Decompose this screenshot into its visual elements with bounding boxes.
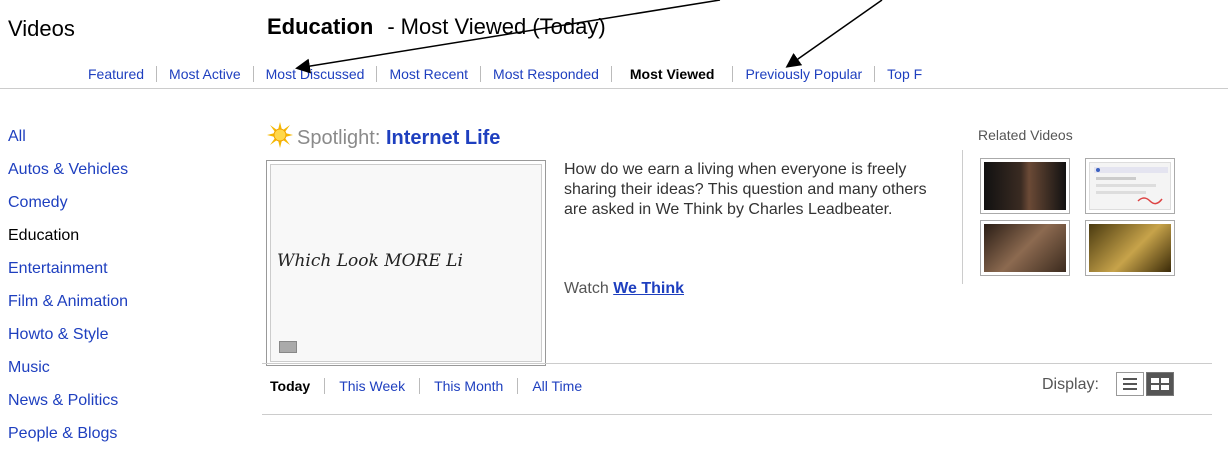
spotlight-name[interactable]: Internet Life bbox=[386, 127, 500, 149]
spotlight-video-thumbnail[interactable]: Which Look MORE Li bbox=[266, 160, 546, 366]
annotation-arrow bbox=[785, 0, 883, 68]
tab-previously-popular[interactable]: Previously Popular bbox=[733, 66, 876, 82]
tab-featured[interactable]: Featured bbox=[76, 66, 158, 82]
spotlight-prefix: Spotlight: bbox=[297, 127, 381, 149]
category-item-howto-style[interactable]: Howto & Style bbox=[8, 318, 128, 351]
tab-most-recent[interactable]: Most Recent bbox=[377, 66, 482, 82]
spotlight-watch: Watch We Think bbox=[564, 280, 684, 298]
sun-icon bbox=[267, 122, 293, 148]
tab-most-discussed[interactable]: Most Discussed bbox=[253, 66, 378, 82]
grid-view-button[interactable] bbox=[1146, 372, 1174, 396]
related-thumbnail-image bbox=[984, 224, 1066, 272]
category-item-film-animation[interactable]: Film & Animation bbox=[8, 285, 128, 318]
time-filter-bar: Today This Week This Month All Time Display… bbox=[262, 363, 1212, 415]
category-item-comedy[interactable]: Comedy bbox=[8, 186, 128, 219]
page-title-category: Education bbox=[267, 14, 374, 39]
related-video-thumbnail[interactable] bbox=[980, 158, 1070, 214]
list-view-button[interactable] bbox=[1116, 372, 1144, 396]
related-videos-label: Related Videos bbox=[978, 127, 1073, 143]
category-item-all[interactable]: All bbox=[8, 120, 128, 153]
tab-most-responded[interactable]: Most Responded bbox=[481, 66, 612, 82]
tab-list: Featured Most Active Most Discussed Most Re… bbox=[76, 66, 934, 82]
category-item-entertainment[interactable]: Entertainment bbox=[8, 252, 128, 285]
list-view-icon bbox=[1123, 378, 1137, 390]
display-label: Display: bbox=[1042, 376, 1099, 393]
page-title-view: Most Viewed (Today) bbox=[400, 14, 606, 39]
related-thumbnail-image bbox=[1089, 224, 1171, 272]
tab-bar: Featured Most Active Most Discussed Most Re… bbox=[0, 62, 1228, 89]
play-icon bbox=[279, 341, 297, 353]
related-video-thumbnail[interactable] bbox=[980, 220, 1070, 276]
grid-view-icon bbox=[1151, 378, 1169, 390]
time-tab-all-time[interactable]: All Time bbox=[518, 378, 596, 394]
time-tab-this-week[interactable]: This Week bbox=[325, 378, 421, 394]
spotlight-title: Spotlight: Internet Life bbox=[267, 122, 500, 150]
category-item-education[interactable]: Education bbox=[8, 219, 128, 252]
watch-link[interactable]: We Think bbox=[613, 280, 684, 297]
category-item-people-blogs[interactable]: People & Blogs bbox=[8, 417, 128, 450]
page-title-separator: - bbox=[387, 14, 395, 39]
related-thumbnail-image bbox=[1089, 162, 1171, 210]
time-tab-this-month[interactable]: This Month bbox=[420, 378, 519, 394]
related-video-thumbnail[interactable] bbox=[1085, 158, 1175, 214]
time-tab-today[interactable]: Today bbox=[270, 378, 326, 394]
category-item-music[interactable]: Music bbox=[8, 351, 128, 384]
thumbnail-frame: Which Look MORE Li bbox=[270, 164, 542, 362]
related-video-thumbnail[interactable] bbox=[1085, 220, 1175, 276]
category-list: All Autos & Vehicles Comedy Education En… bbox=[8, 120, 128, 450]
category-item-autos-vehicles[interactable]: Autos & Vehicles bbox=[8, 153, 128, 186]
tab-top-favorites[interactable]: Top F bbox=[875, 66, 934, 82]
page-title: Education - Most Viewed (Today) bbox=[267, 14, 606, 40]
thumbnail-handwriting: Which Look MORE Li bbox=[277, 251, 463, 271]
time-tab-list: Today This Week This Month All Time bbox=[270, 378, 596, 394]
watch-prefix: Watch bbox=[564, 280, 609, 297]
tab-most-viewed[interactable]: Most Viewed bbox=[611, 66, 734, 82]
category-item-news-politics[interactable]: News & Politics bbox=[8, 384, 128, 417]
spotlight-description: How do we earn a living when everyone is… bbox=[564, 161, 927, 218]
tab-most-active[interactable]: Most Active bbox=[157, 66, 254, 82]
related-divider bbox=[962, 150, 963, 284]
related-thumbnail-image bbox=[984, 162, 1066, 210]
section-title: Videos bbox=[8, 16, 75, 41]
